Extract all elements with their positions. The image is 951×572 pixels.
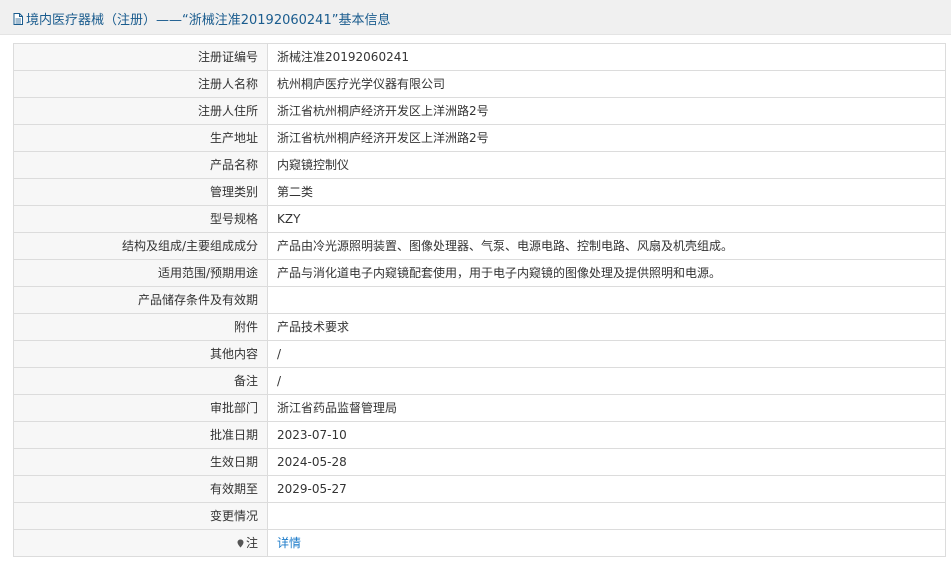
note-label: 注 (245, 536, 258, 550)
page-title: 境内医疗器械（注册）——“浙械注准20192060241”基本信息 (13, 9, 390, 28)
row-value: 2029-05-27 (267, 475, 946, 503)
table-row: 注册证编号 浙械注准20192060241 (13, 43, 946, 71)
row-value: KZY (267, 205, 946, 233)
row-label: 批准日期 (13, 421, 268, 449)
row-value: / (267, 367, 946, 395)
row-value: 2023-07-10 (267, 421, 946, 449)
row-label: 管理类别 (13, 178, 268, 206)
table-row: 备注 / (13, 367, 946, 395)
row-value: 第二类 (267, 178, 946, 206)
detail-table: 注册证编号 浙械注准20192060241 注册人名称 杭州桐庐医疗光学仪器有限公司注… (13, 43, 946, 557)
row-label: 结构及组成/主要组成成分 (13, 232, 268, 260)
row-label: 其他内容 (13, 340, 268, 368)
table-row: 产品名称 内窥镜控制仪 (13, 151, 946, 179)
detail-link[interactable]: 详情 (277, 536, 301, 550)
row-label: 产品名称 (13, 151, 268, 179)
note-row: 注 详情 (13, 529, 946, 557)
table-row: 变更情况 (13, 502, 946, 530)
row-value: 浙江省杭州桐庐经济开发区上洋洲路2号 (267, 97, 946, 125)
table-row: 生产地址 浙江省杭州桐庐经济开发区上洋洲路2号 (13, 124, 946, 152)
row-label: 生产地址 (13, 124, 268, 152)
table-row: 型号规格 KZY (13, 205, 946, 233)
row-value: 浙江省杭州桐庐经济开发区上洋洲路2号 (267, 124, 946, 152)
table-row: 注册人名称 杭州桐庐医疗光学仪器有限公司 (13, 70, 946, 98)
document-icon (13, 12, 23, 25)
row-label: 生效日期 (13, 448, 268, 476)
row-label: 注册人住所 (13, 97, 268, 125)
row-value: 杭州桐庐医疗光学仪器有限公司 (267, 70, 946, 98)
row-value: 产品与消化道电子内窥镜配套使用，用于电子内窥镜的图像处理及提供照明和电源。 (267, 259, 946, 287)
table-row: 附件 产品技术要求 (13, 313, 946, 341)
row-value: 产品由冷光源照明装置、图像处理器、气泵、电源电路、控制电路、风扇及机壳组成。 (267, 232, 946, 260)
row-value (267, 502, 946, 530)
row-value: 浙江省药品监督管理局 (267, 394, 946, 422)
row-label: 产品储存条件及有效期 (13, 286, 268, 314)
row-value: 浙械注准20192060241 (267, 43, 946, 71)
row-label: 注册人名称 (13, 70, 268, 98)
row-label: 有效期至 (13, 475, 268, 503)
table-row: 审批部门 浙江省药品监督管理局 (13, 394, 946, 422)
detail-table-container: 注册证编号 浙械注准20192060241 注册人名称 杭州桐庐医疗光学仪器有限公司注… (13, 43, 946, 557)
row-label: 备注 (13, 367, 268, 395)
table-row: 产品储存条件及有效期 (13, 286, 946, 314)
page-title-text: 境内医疗器械（注册）——“浙械注准20192060241”基本信息 (26, 13, 391, 28)
table-row: 注册人住所 浙江省杭州桐庐经济开发区上洋洲路2号 (13, 97, 946, 125)
table-row: 其他内容 / (13, 340, 946, 368)
row-label: 变更情况 (13, 502, 268, 530)
row-label: 适用范围/预期用途 (13, 259, 268, 287)
table-row: 适用范围/预期用途 产品与消化道电子内窥镜配套使用，用于电子内窥镜的图像处理及提供… (13, 259, 946, 287)
note-label-cell: 注 (13, 529, 268, 557)
table-row: 结构及组成/主要组成成分 产品由冷光源照明装置、图像处理器、气泵、电源电路、控制电… (13, 232, 946, 260)
row-value: 2024-05-28 (267, 448, 946, 476)
row-label: 审批部门 (13, 394, 268, 422)
row-value: 内窥镜控制仪 (267, 151, 946, 179)
pin-icon (237, 539, 244, 548)
table-row: 管理类别 第二类 (13, 178, 946, 206)
row-label: 附件 (13, 313, 268, 341)
row-label: 注册证编号 (13, 43, 268, 71)
table-row: 有效期至 2029-05-27 (13, 475, 946, 503)
row-label: 型号规格 (13, 205, 268, 233)
note-value-cell: 详情 (267, 529, 946, 557)
table-row: 生效日期 2024-05-28 (13, 448, 946, 476)
row-value: / (267, 340, 946, 368)
table-row: 批准日期 2023-07-10 (13, 421, 946, 449)
page-header: 境内医疗器械（注册）——“浙械注准20192060241”基本信息 (0, 0, 951, 35)
row-value (267, 286, 946, 314)
row-value: 产品技术要求 (267, 313, 946, 341)
